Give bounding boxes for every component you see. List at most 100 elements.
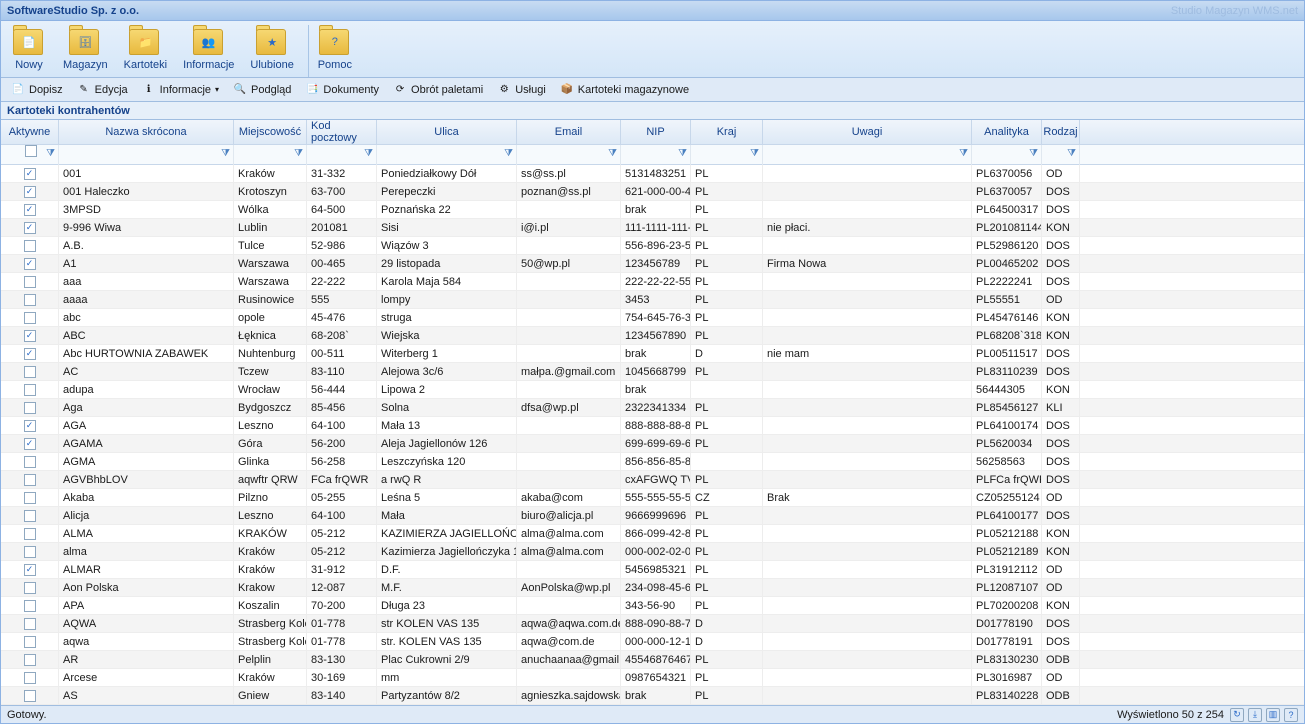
toolbar-dopisz-button[interactable]: 📄Dopisz bbox=[5, 81, 69, 99]
active-checkbox[interactable] bbox=[24, 312, 36, 324]
filter-icon[interactable]: ⧩ bbox=[1029, 148, 1038, 159]
table-row[interactable]: ✓3MPSDWólka64-500Poznańska 22brakPLPL645… bbox=[1, 201, 1304, 219]
filter-icon[interactable]: ⧩ bbox=[46, 148, 55, 159]
filter-icon[interactable]: ⧩ bbox=[608, 148, 617, 159]
table-row[interactable]: AGMAGlinka56-258Leszczyńska 120856-856-8… bbox=[1, 453, 1304, 471]
refresh-icon[interactable]: ↻ bbox=[1230, 708, 1244, 722]
active-checkbox[interactable] bbox=[24, 510, 36, 522]
col-filter-5[interactable]: ⧩ bbox=[517, 145, 621, 165]
filter-icon[interactable]: ⧩ bbox=[750, 148, 759, 159]
table-row[interactable]: ✓AGAMAGóra56-200Aleja Jagiellonów 126699… bbox=[1, 435, 1304, 453]
col-filter-10[interactable]: ⧩ bbox=[1042, 145, 1080, 165]
active-checkbox[interactable] bbox=[24, 294, 36, 306]
table-row[interactable]: abcopole45-476struga754-645-76-34PLPL454… bbox=[1, 309, 1304, 327]
toolbar-podglad-button[interactable]: 🔍Podgląd bbox=[227, 81, 297, 99]
active-checkbox[interactable] bbox=[24, 672, 36, 684]
active-checkbox[interactable] bbox=[24, 600, 36, 612]
toolbar-kartmag-button[interactable]: 📦Kartoteki magazynowe bbox=[554, 81, 695, 99]
active-checkbox[interactable] bbox=[24, 546, 36, 558]
col-filter-9[interactable]: ⧩ bbox=[972, 145, 1042, 165]
filter-icon[interactable]: ⧩ bbox=[364, 148, 373, 159]
columns-icon[interactable]: ▥ bbox=[1266, 708, 1280, 722]
col-filter-2[interactable]: ⧩ bbox=[234, 145, 307, 165]
active-checkbox[interactable]: ✓ bbox=[24, 168, 36, 180]
col-filter-7[interactable]: ⧩ bbox=[691, 145, 763, 165]
active-checkbox[interactable]: ✓ bbox=[24, 222, 36, 234]
col-header-8[interactable]: Uwagi bbox=[763, 120, 972, 144]
table-row[interactable]: ARPelplin83-130Plac Cukrowni 2/9anuchaan… bbox=[1, 651, 1304, 669]
grid-body[interactable]: ✓001Kraków31-332Poniedziałkowy Dółss@ss.… bbox=[1, 165, 1304, 705]
col-header-10[interactable]: Rodzaj bbox=[1042, 120, 1080, 144]
ribbon-informacje-button[interactable]: 👥Informacje bbox=[179, 25, 238, 73]
col-header-1[interactable]: Nazwa skrócona bbox=[59, 120, 234, 144]
ribbon-pomoc-button[interactable]: ?Pomoc bbox=[313, 25, 357, 73]
help-icon[interactable]: ? bbox=[1284, 708, 1298, 722]
col-filter-8[interactable]: ⧩ bbox=[763, 145, 972, 165]
active-checkbox[interactable] bbox=[24, 492, 36, 504]
table-row[interactable]: ✓ABCŁęknica68-208`Wiejska1234567890PLPL6… bbox=[1, 327, 1304, 345]
table-row[interactable]: AkabaPilzno05-255Leśna 5akaba@com555-555… bbox=[1, 489, 1304, 507]
active-checkbox[interactable] bbox=[24, 528, 36, 540]
table-row[interactable]: ASGniew83-140Partyzantów 8/2agnieszka.sa… bbox=[1, 687, 1304, 705]
active-checkbox[interactable]: ✓ bbox=[24, 204, 36, 216]
col-header-2[interactable]: Miejscowość bbox=[234, 120, 307, 144]
active-checkbox[interactable] bbox=[24, 366, 36, 378]
table-row[interactable]: ACTczew83-110Alejowa 3c/6małpa.@gmail.co… bbox=[1, 363, 1304, 381]
table-row[interactable]: aaaaRusinowice555lompy3453PLPL55551OD bbox=[1, 291, 1304, 309]
active-checkbox[interactable]: ✓ bbox=[24, 438, 36, 450]
active-checkbox[interactable]: ✓ bbox=[24, 258, 36, 270]
col-header-9[interactable]: Analityka bbox=[972, 120, 1042, 144]
filter-icon[interactable]: ⧩ bbox=[504, 148, 513, 159]
toolbar-dokumenty-button[interactable]: 📑Dokumenty bbox=[299, 81, 385, 99]
active-checkbox[interactable] bbox=[24, 384, 36, 396]
export-icon[interactable]: ⤓ bbox=[1248, 708, 1262, 722]
active-checkbox[interactable] bbox=[24, 276, 36, 288]
table-row[interactable]: ArceseKraków30-169mm0987654321PLPL301698… bbox=[1, 669, 1304, 687]
active-checkbox[interactable]: ✓ bbox=[24, 564, 36, 576]
ribbon-ulubione-button[interactable]: ★Ulubione bbox=[246, 25, 297, 73]
table-row[interactable]: AlicjaLeszno64-100Małabiuro@alicja.pl966… bbox=[1, 507, 1304, 525]
table-row[interactable]: aqwaStrasberg Koloni01-778str. KOLEN VAS… bbox=[1, 633, 1304, 651]
active-checkbox[interactable] bbox=[24, 636, 36, 648]
col-filter-1[interactable]: ⧩ bbox=[59, 145, 234, 165]
ribbon-magazyn-button[interactable]: 🗄Magazyn bbox=[59, 25, 112, 73]
table-row[interactable]: ✓AGALeszno64-100Mała 13888-888-88-88PLPL… bbox=[1, 417, 1304, 435]
toolbar-uslugi-button[interactable]: ⚙Usługi bbox=[491, 81, 552, 99]
col-header-3[interactable]: Kod pocztowy bbox=[307, 120, 377, 144]
table-row[interactable]: ✓Abc HURTOWNIA ZABAWEKNuhtenburg00-511Wi… bbox=[1, 345, 1304, 363]
col-header-5[interactable]: Email bbox=[517, 120, 621, 144]
table-row[interactable]: ✓001 HaleczkoKrotoszyn63-700Perepeczkipo… bbox=[1, 183, 1304, 201]
table-row[interactable]: ALMAKRAKÓW05-212KAZIMIERZA JAGIELLOŃCZYK… bbox=[1, 525, 1304, 543]
active-checkbox[interactable] bbox=[24, 654, 36, 666]
active-checkbox[interactable] bbox=[24, 474, 36, 486]
toolbar-edycja-button[interactable]: ✎Edycja bbox=[71, 81, 134, 99]
table-row[interactable]: ✓A1Warszawa00-46529 listopada50@wp.pl123… bbox=[1, 255, 1304, 273]
col-header-7[interactable]: Kraj bbox=[691, 120, 763, 144]
table-row[interactable]: aaaWarszawa22-222Karola Maja 584222-22-2… bbox=[1, 273, 1304, 291]
filter-icon[interactable]: ⧩ bbox=[221, 148, 230, 159]
table-row[interactable]: AgaBydgoszcz85-456Solnadfsa@wp.pl2322341… bbox=[1, 399, 1304, 417]
table-row[interactable]: APAKoszalin70-200Długa 23343-56-90PLPL70… bbox=[1, 597, 1304, 615]
table-row[interactable]: A.B.Tulce52-986Wiązów 3556-896-23-51PLPL… bbox=[1, 237, 1304, 255]
col-filter-0[interactable]: ⧩ bbox=[1, 145, 59, 165]
table-row[interactable]: adupaWrocław56-444Lipowa 2brak56444305KO… bbox=[1, 381, 1304, 399]
toolbar-informacje-button[interactable]: ℹInformacje▾ bbox=[136, 81, 225, 99]
toolbar-obrot-button[interactable]: ⟳Obrót paletami bbox=[387, 81, 489, 99]
active-checkbox[interactable]: ✓ bbox=[24, 186, 36, 198]
active-checkbox[interactable] bbox=[24, 240, 36, 252]
active-checkbox[interactable]: ✓ bbox=[24, 420, 36, 432]
active-checkbox[interactable]: ✓ bbox=[24, 330, 36, 342]
filter-icon[interactable]: ⧩ bbox=[678, 148, 687, 159]
active-checkbox[interactable] bbox=[24, 582, 36, 594]
table-row[interactable]: ✓001Kraków31-332Poniedziałkowy Dółss@ss.… bbox=[1, 165, 1304, 183]
table-row[interactable]: Aon PolskaKrakow12-087M.F.AonPolska@wp.p… bbox=[1, 579, 1304, 597]
filter-checkbox[interactable] bbox=[25, 145, 37, 157]
col-header-6[interactable]: NIP bbox=[621, 120, 691, 144]
filter-icon[interactable]: ⧩ bbox=[1067, 148, 1076, 159]
ribbon-kartoteki-button[interactable]: 📁Kartoteki bbox=[120, 25, 171, 73]
table-row[interactable]: almaKraków05-212Kazimierza Jagiellończyk… bbox=[1, 543, 1304, 561]
table-row[interactable]: AQWAStrasberg Kolo…01-778str KOLEN VAS 1… bbox=[1, 615, 1304, 633]
table-row[interactable]: ✓ALMARKraków31-912D.F.5456985321PLPL3191… bbox=[1, 561, 1304, 579]
active-checkbox[interactable]: ✓ bbox=[24, 348, 36, 360]
col-filter-6[interactable]: ⧩ bbox=[621, 145, 691, 165]
